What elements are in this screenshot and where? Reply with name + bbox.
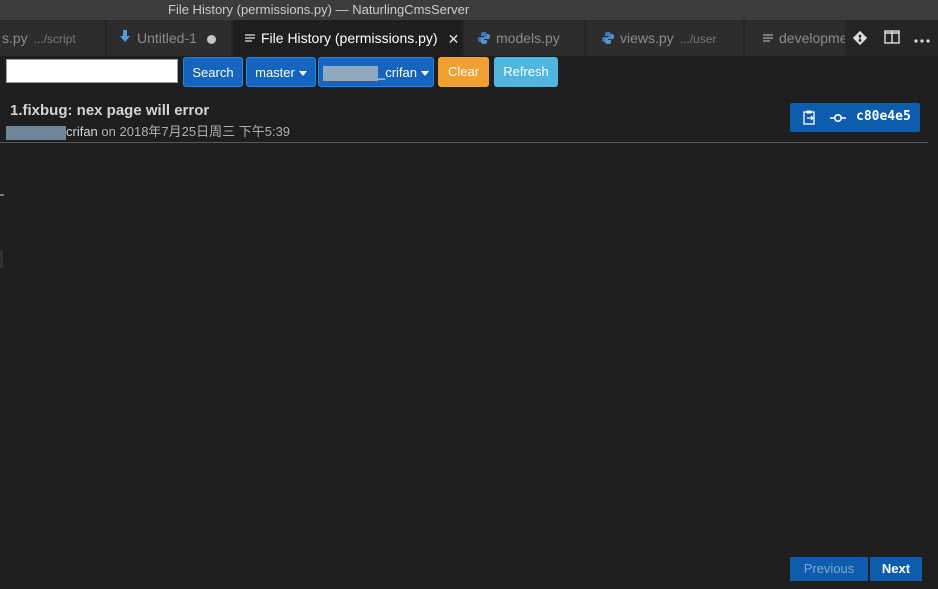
tab-label: models.py — [496, 30, 560, 46]
more-actions-icon[interactable] — [914, 30, 930, 46]
lines-icon — [245, 21, 255, 56]
gutter-marker — [0, 194, 4, 196]
redacted-author-prefix — [6, 125, 66, 140]
history-toolbar: Search master _crifan Clear Refresh — [0, 56, 938, 90]
search-input[interactable] — [6, 59, 178, 83]
tab-description: .../script — [33, 32, 76, 46]
download-arrow-icon — [119, 21, 131, 56]
python-icon — [602, 21, 614, 56]
split-editor-icon[interactable] — [884, 30, 900, 46]
branch-label: master — [255, 65, 295, 80]
lines-icon — [763, 21, 773, 56]
tab-label: Untitled-1 — [137, 30, 197, 46]
chevron-down-icon — [298, 71, 307, 77]
commit-date: 2018年7月25日周三 下午5:39 — [119, 124, 291, 139]
refresh-button[interactable]: Refresh — [494, 57, 558, 87]
tab-development[interactable]: developme — [745, 20, 846, 56]
tab-bar: s.py .../script Untitled-1 File History (… — [0, 20, 938, 56]
title-bar: File History (permissions.py) — Naturlin… — [0, 0, 938, 20]
tab-label: s.py — [2, 30, 28, 46]
tab-label: developme — [779, 30, 846, 46]
commit-hash-badge[interactable]: c80e4e5 — [790, 103, 920, 132]
next-button[interactable]: Next — [870, 557, 922, 581]
redacted-author-prefix — [322, 66, 378, 82]
tab-label: views.py — [620, 30, 674, 46]
git-compare-icon[interactable] — [852, 30, 868, 46]
author-label: _crifan — [377, 65, 418, 80]
commit-meta: crifan on 2018年7月25日周三 下午5:39 — [6, 121, 290, 140]
previous-button[interactable]: Previous — [790, 557, 869, 581]
unsaved-dot-icon — [206, 34, 216, 44]
window-title: File History (permissions.py) — Naturlin… — [168, 2, 470, 17]
commit-entry[interactable]: 1.fixbug: nex page will error crifan on … — [0, 100, 928, 143]
clear-button[interactable]: Clear — [438, 57, 489, 87]
commit-hash[interactable]: c80e4e5 — [856, 109, 911, 124]
tab-file-history[interactable]: File History (permissions.py) ✕ — [233, 20, 463, 56]
tab-views-py[interactable]: views.py .../user — [586, 20, 744, 56]
branch-dropdown[interactable]: master — [246, 57, 316, 87]
clipboard-icon[interactable] — [802, 110, 817, 125]
python-icon — [478, 21, 490, 56]
scroll-indicator[interactable] — [0, 250, 3, 268]
chevron-down-icon — [421, 71, 430, 77]
git-commit-icon — [830, 111, 846, 125]
tab-script[interactable]: s.py .../script — [0, 20, 106, 56]
close-icon[interactable]: ✕ — [448, 21, 460, 56]
commit-message: 1.fixbug: nex page will error — [10, 102, 210, 119]
author-dropdown[interactable]: _crifan — [318, 57, 434, 87]
tab-models-py[interactable]: models.py — [464, 20, 585, 56]
tab-label: File History (permissions.py) — [261, 30, 438, 46]
search-button[interactable]: Search — [183, 57, 243, 87]
tab-untitled-1[interactable]: Untitled-1 — [107, 20, 232, 56]
commit-on-text: on — [101, 124, 116, 139]
tab-description: .../user — [679, 32, 717, 46]
editor-actions — [846, 20, 938, 56]
commit-author: crifan — [66, 124, 98, 139]
